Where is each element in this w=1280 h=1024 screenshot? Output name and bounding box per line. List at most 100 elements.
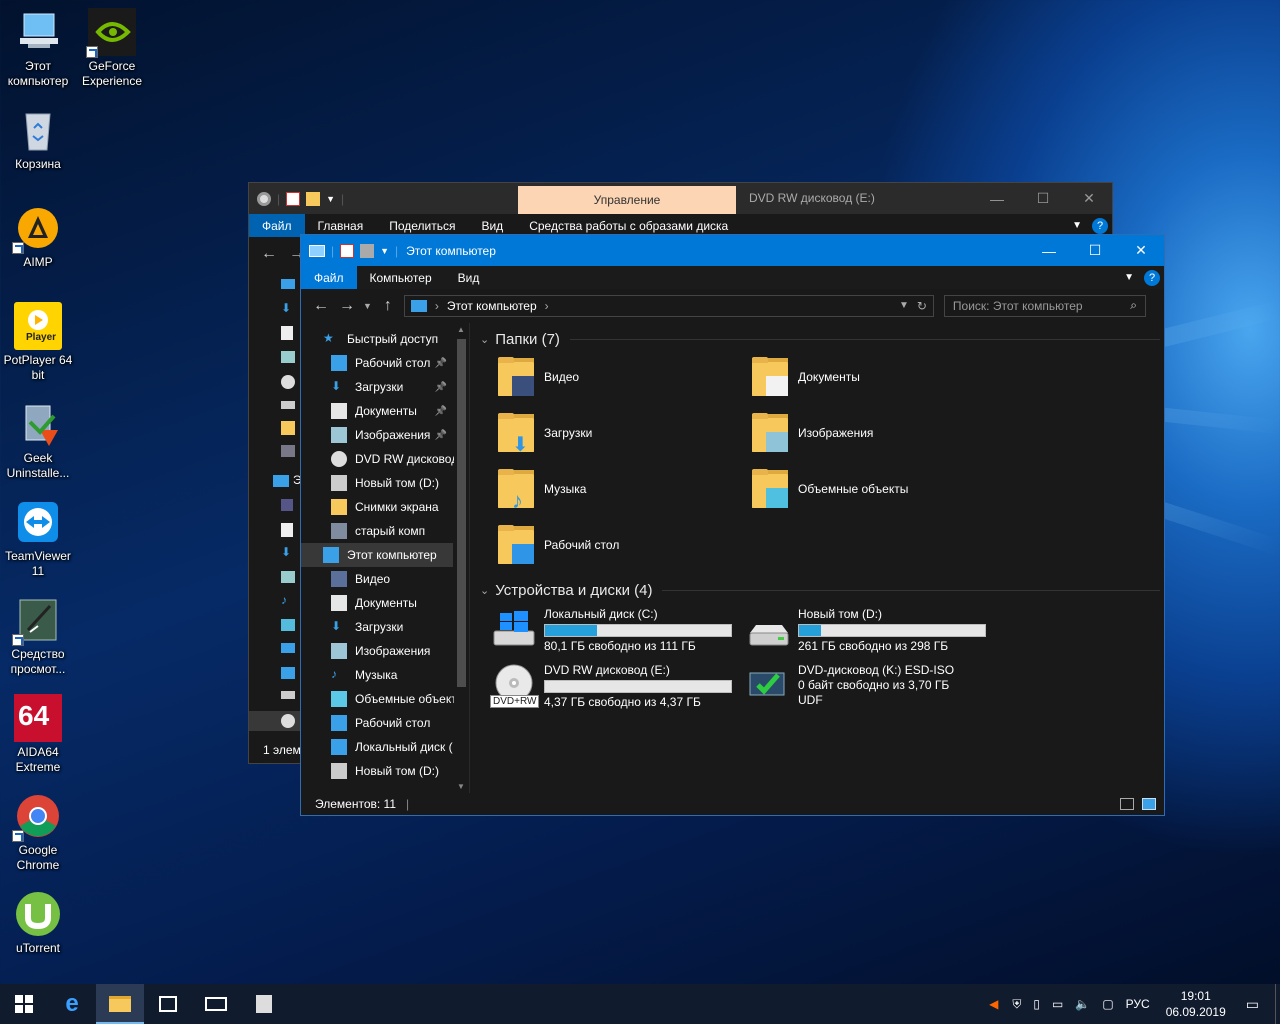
scrollbar[interactable]: ▲ ▼ [454, 323, 469, 793]
nav-item[interactable]: Изображения 📌 [301, 423, 453, 447]
usb-icon[interactable]: ▯ [1033, 997, 1040, 1011]
desktop-icon-potplayer[interactable]: Player PotPlayer 64 bit [0, 302, 76, 383]
desktop-icon-aimp[interactable]: AIMP [0, 204, 76, 270]
chevron-down-icon[interactable]: ⌄ [480, 333, 489, 346]
selected-nav-item[interactable] [249, 711, 301, 731]
devices-group-header[interactable]: ⌄ Устройства и диски (4) [480, 582, 1160, 599]
dropdown-arrow-icon[interactable]: ▼ [899, 300, 909, 311]
nav-item[interactable]: ♪ Музыка [301, 663, 453, 687]
scroll-up-icon[interactable]: ▲ [457, 325, 465, 334]
folder-item[interactable]: ♪ Музыка [496, 463, 746, 515]
refresh-icon[interactable]: ↻ [917, 299, 927, 313]
clock[interactable]: 19:01 06.09.2019 [1166, 988, 1226, 1020]
desktop-icon-chrome[interactable]: Google Chrome [0, 792, 76, 873]
forward-arrow-icon[interactable]: → [337, 297, 357, 315]
new-folder-icon[interactable] [306, 191, 321, 206]
chevron-down-icon[interactable]: ▼ [1124, 272, 1134, 283]
folder-item[interactable]: Рабочий стол [496, 519, 746, 571]
chevron-down-icon[interactable]: ▼ [1072, 220, 1082, 231]
folders-group-header[interactable]: ⌄ Папки (7) [480, 331, 1160, 348]
scrollbar-thumb[interactable] [457, 339, 466, 687]
nav-item[interactable]: Объемные объекты [301, 687, 465, 711]
desktop-icon-utorrent[interactable]: uTorrent [0, 890, 76, 956]
tab-file[interactable]: Файл [249, 214, 305, 237]
security-icon[interactable]: ⛨ [1012, 997, 1021, 1012]
breadcrumb-separator-icon[interactable]: › [545, 299, 549, 313]
taskbar-app[interactable] [240, 984, 288, 1024]
desktop-icon-aida64[interactable]: 64 AIDA64 Extreme [0, 694, 76, 775]
nav-item[interactable]: Снимки экрана [301, 495, 453, 519]
nav-item[interactable]: DVD RW дисковод [301, 447, 458, 471]
folder-item[interactable]: Изображения [750, 407, 1000, 459]
taskbar-explorer[interactable] [96, 984, 144, 1024]
desktop-icon-viewer[interactable]: Средство просмот... [0, 596, 76, 677]
nav-item[interactable]: старый комп [301, 519, 453, 543]
recent-locations-icon[interactable]: ▼ [363, 301, 372, 311]
minimize-button[interactable]: — [1026, 235, 1072, 266]
folder-item[interactable]: Объемные объекты [750, 463, 1000, 515]
nav-item[interactable]: Локальный диск ( [301, 735, 453, 759]
close-button[interactable]: ✕ [1118, 235, 1164, 266]
search-input[interactable]: Поиск: Этот компьютер ⌕ [943, 294, 1146, 317]
help-icon[interactable]: ? [1144, 269, 1160, 286]
back-arrow-icon[interactable]: ← [311, 297, 331, 315]
tab-view[interactable]: Вид [445, 266, 493, 289]
taskbar-edge[interactable]: e [48, 984, 96, 1024]
show-desktop-button[interactable] [1275, 984, 1280, 1024]
nav-item[interactable]: Этот компьютер [301, 543, 453, 567]
tiles-view-icon[interactable] [1142, 798, 1156, 810]
chat-icon[interactable]: ▢ [1102, 997, 1113, 1011]
taskbar-mail[interactable] [192, 984, 240, 1024]
help-icon[interactable]: ? [1092, 217, 1108, 234]
drive-d[interactable]: Новый том (D:) 261 ГБ свободно из 298 ГБ [746, 607, 996, 654]
folder-item[interactable]: Документы [750, 351, 1000, 403]
nav-item[interactable]: Видео [301, 567, 453, 591]
desktop-icon-geek-uninstaller[interactable]: Geek Uninstalle... [0, 400, 76, 481]
up-arrow-icon[interactable]: ↑ [378, 297, 398, 315]
nav-item[interactable]: Новый том (D:) [301, 759, 453, 783]
nav-item[interactable]: Документы [301, 591, 453, 615]
explorer-window-this-pc[interactable]: | ▼ | Этот компьютер — ☐ ✕ Файл Компьюте… [300, 234, 1165, 816]
nav-item[interactable]: Новый том (D:) [301, 471, 453, 495]
scroll-down-icon[interactable]: ▼ [457, 782, 465, 791]
nav-item[interactable]: Рабочий стол [301, 711, 453, 735]
folder-item[interactable]: ⬇ Загрузки [496, 407, 746, 459]
nav-item[interactable]: ★ Быстрый доступ [301, 327, 453, 351]
maximize-button[interactable]: ☐ [1072, 235, 1118, 266]
details-view-icon[interactable] [1120, 798, 1134, 810]
address-field[interactable]: › Этот компьютер › ▼ ↻ [403, 294, 934, 317]
desktop-icon-this-pc[interactable]: Этот компьютер [0, 8, 76, 89]
breadcrumb[interactable]: Этот компьютер [447, 299, 537, 313]
nav-item[interactable]: Документы 📌 [301, 399, 453, 423]
tab-file[interactable]: Файл [301, 266, 357, 289]
chevron-down-icon[interactable]: ⌄ [480, 584, 489, 597]
properties-icon[interactable] [286, 191, 301, 206]
nav-item[interactable]: ⬇ Загрузки 📌 [301, 375, 453, 399]
desktop-icon-recycle-bin[interactable]: Корзина [0, 106, 76, 172]
properties-icon[interactable] [340, 243, 355, 258]
nav-item[interactable]: Изображения [301, 639, 453, 663]
speaker-mute-icon[interactable]: ◀ [989, 997, 998, 1011]
language-indicator[interactable]: РУС [1126, 997, 1150, 1011]
chevron-down-icon[interactable]: ▼ [380, 246, 389, 256]
notifications-icon[interactable]: ▭ [1246, 996, 1259, 1013]
start-button[interactable] [0, 984, 48, 1024]
drive-c[interactable]: Локальный диск (C:) 80,1 ГБ свободно из … [492, 607, 742, 654]
tab-computer[interactable]: Компьютер [357, 266, 445, 289]
chevron-down-icon[interactable]: ▼ [326, 194, 335, 204]
drive-e[interactable]: DVD+RW DVD RW дисковод (E:) 4,37 ГБ своб… [490, 663, 742, 710]
desktop-icon-teamviewer[interactable]: TeamViewer 11 [0, 498, 76, 579]
volume-icon[interactable]: 🔈 [1075, 997, 1090, 1011]
title-bar[interactable]: | ▼ | Этот компьютер — ☐ ✕ [301, 235, 1164, 266]
drive-k[interactable]: DVD-дисковод (K:) ESD-ISO 0 байт свободн… [746, 663, 996, 709]
nav-item[interactable]: ⬇ Загрузки [301, 615, 453, 639]
desktop-icon-geforce[interactable]: GeForce Experience [74, 8, 150, 89]
taskbar-store[interactable] [144, 984, 192, 1024]
minimize-button[interactable]: — [974, 183, 1020, 214]
maximize-button[interactable]: ☐ [1020, 183, 1066, 214]
nav-item[interactable]: Рабочий стол 📌 [301, 351, 453, 375]
folder-item[interactable]: Видео [496, 351, 746, 403]
close-button[interactable]: ✕ [1066, 183, 1112, 214]
new-folder-icon[interactable] [360, 243, 375, 258]
back-arrow-icon[interactable]: ← [259, 245, 279, 263]
